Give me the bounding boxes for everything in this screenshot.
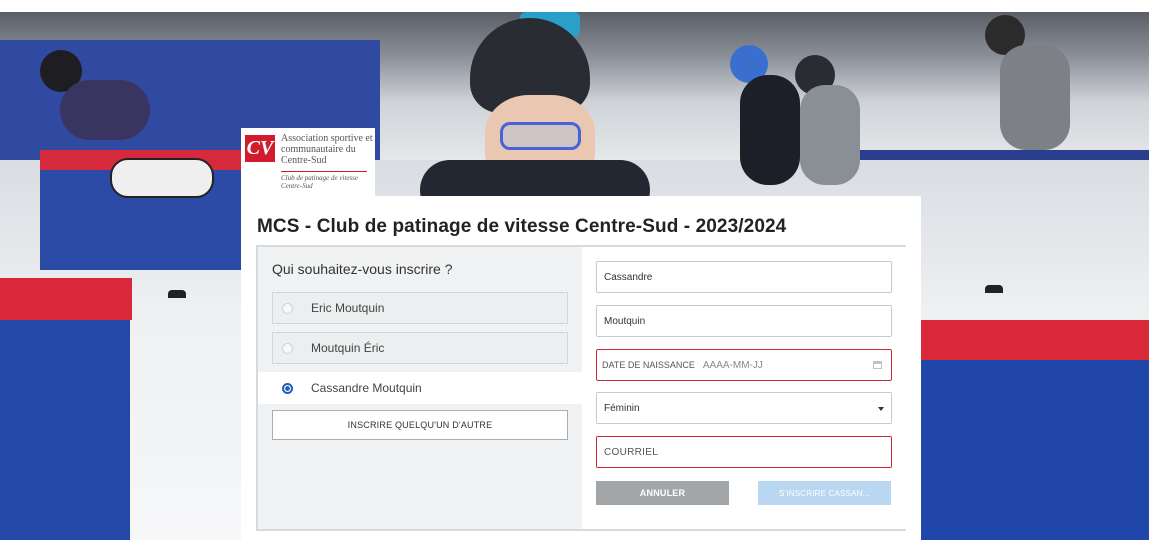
registration-panel: Qui souhaitez-vous inscrire ? Eric Moutq… xyxy=(256,245,906,531)
skater-body xyxy=(740,75,800,185)
logo-club-name: Club de patinage de vitesse Centre-Sud xyxy=(281,174,358,190)
club-logo: CV Association sportive et communautaire… xyxy=(241,128,375,202)
registration-card: MCS - Club de patinage de vitesse Centre… xyxy=(241,196,921,540)
last-name-value: Moutquin xyxy=(604,315,646,327)
safety-pad-top xyxy=(920,320,1149,360)
email-placeholder: COURRIEL xyxy=(604,446,659,458)
first-name-field[interactable]: Cassandre xyxy=(596,261,892,293)
birth-date-placeholder: AAAA-MM-JJ xyxy=(702,359,763,371)
skater-body xyxy=(60,80,150,140)
registrant-question: Qui souhaitez-vous inscrire ? xyxy=(272,261,453,277)
calendar-icon[interactable] xyxy=(873,361,882,369)
cancel-button[interactable]: ANNULER xyxy=(596,481,729,505)
logo-org-name: Association sportive et communautaire du… xyxy=(281,133,373,166)
page-title: MCS - Club de patinage de vitesse Centre… xyxy=(257,216,787,237)
safety-pad xyxy=(920,330,1149,540)
top-strip xyxy=(0,0,1149,12)
registrant-option-label: Eric Moutquin xyxy=(311,301,385,315)
gender-value: Féminin xyxy=(604,402,640,414)
registrant-option[interactable]: Moutquin Éric xyxy=(272,332,568,364)
registrant-option-label: Cassandre Moutquin xyxy=(311,381,422,395)
registrant-option-label: Moutquin Éric xyxy=(311,341,385,355)
gender-select[interactable]: Féminin xyxy=(596,392,892,424)
add-other-person-button[interactable]: INSCRIRE QUELQU'UN D'AUTRE xyxy=(272,410,568,440)
birth-date-label: DATE DE NAISSANCE xyxy=(602,360,695,370)
radio-button-selected[interactable] xyxy=(282,382,293,394)
chevron-down-icon xyxy=(878,407,884,411)
goggles xyxy=(500,122,581,150)
glove xyxy=(110,158,214,198)
radio-button[interactable] xyxy=(282,302,293,314)
last-name-field[interactable]: Moutquin xyxy=(596,305,892,337)
birth-date-field[interactable]: DATE DE NAISSANCE AAAA-MM-JJ xyxy=(596,349,892,381)
registration-form: Cassandre Moutquin DATE DE NAISSANCE AAA… xyxy=(582,247,906,529)
registrant-option-selected[interactable]: Cassandre Moutquin xyxy=(258,372,582,404)
logo-divider xyxy=(281,171,367,172)
logo-mark: CV xyxy=(245,135,275,162)
cone xyxy=(168,290,186,298)
cone xyxy=(985,285,1003,293)
radio-button[interactable] xyxy=(282,342,293,354)
skater-body xyxy=(1000,45,1070,150)
email-field[interactable]: COURRIEL xyxy=(596,436,892,468)
registrant-selector: Qui souhaitez-vous inscrire ? Eric Moutq… xyxy=(258,247,582,529)
skater-body xyxy=(800,85,860,185)
safety-pad-top xyxy=(0,278,132,320)
registrant-option[interactable]: Eric Moutquin xyxy=(272,292,568,324)
first-name-value: Cassandre xyxy=(604,271,653,283)
register-button[interactable]: S'INSCRIRE CASSAN... xyxy=(758,481,891,505)
